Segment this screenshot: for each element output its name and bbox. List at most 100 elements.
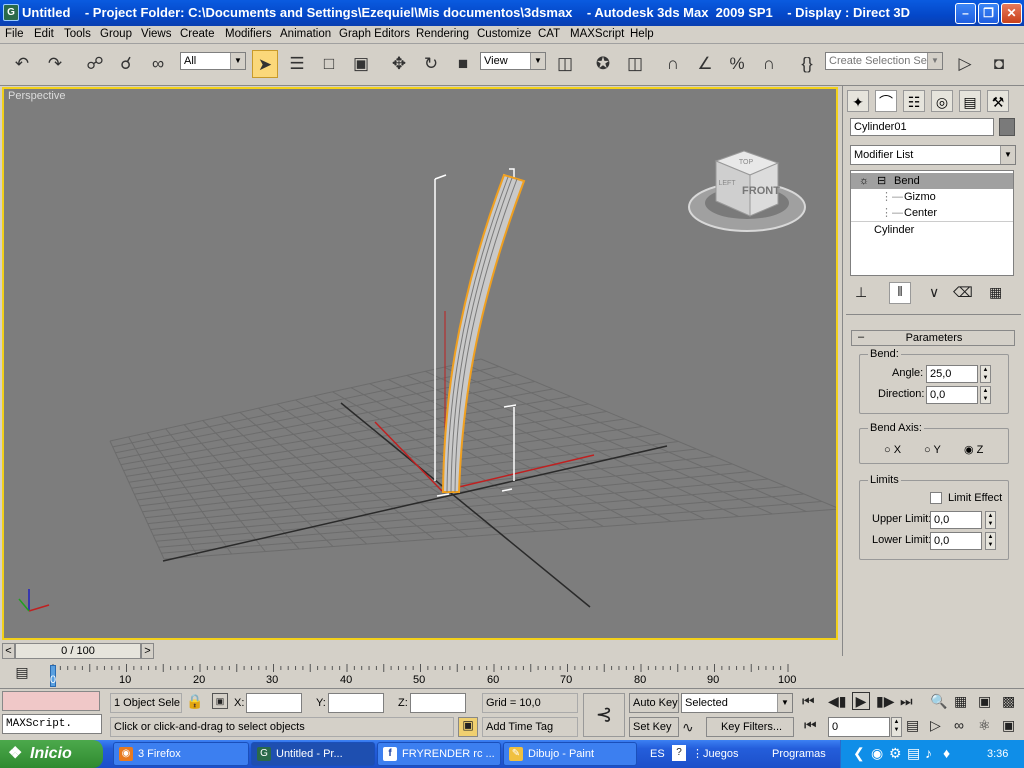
upper-limit-spinner[interactable]: ▲ ▼: [985, 511, 996, 529]
direction-spinner[interactable]: ▲ ▼: [980, 386, 991, 404]
pan-icon[interactable]: ∞: [954, 717, 964, 733]
angle-snap-icon[interactable]: ∠: [692, 50, 718, 78]
show-end-result-icon[interactable]: ‖: [889, 282, 911, 304]
select-by-name-icon[interactable]: ☰: [284, 50, 310, 78]
undo-icon[interactable]: ↶: [9, 50, 35, 78]
track-bar[interactable]: ▤ 10 20 30 40 50 60 70 80 90 100 0: [0, 662, 842, 688]
menu-customize[interactable]: Customize: [477, 28, 531, 40]
play-icon[interactable]: ▶: [852, 692, 870, 710]
tray-volume-icon[interactable]: ♪: [925, 745, 932, 761]
bind-space-warp-icon[interactable]: ∞: [145, 50, 171, 78]
x-coordinate-field[interactable]: [246, 693, 302, 713]
snap-toggle-icon[interactable]: ∩: [660, 50, 686, 78]
stack-item-cylinder[interactable]: Cylinder: [851, 221, 1013, 237]
window-crossing-icon[interactable]: ▣: [348, 50, 374, 78]
select-and-move-icon[interactable]: ✥: [386, 50, 412, 78]
redo-icon[interactable]: ↷: [42, 50, 68, 78]
angle-spinner[interactable]: ▲ ▼: [980, 365, 991, 383]
orbit-icon[interactable]: ⚛: [978, 717, 991, 734]
key-mode-icon[interactable]: ⏮: [804, 717, 817, 734]
menu-help[interactable]: Help: [630, 28, 654, 40]
add-time-tag-button[interactable]: Add Time Tag: [482, 717, 578, 737]
tray-settings-icon[interactable]: ⚙: [889, 745, 902, 762]
current-frame-field[interactable]: 0: [828, 717, 890, 737]
align-icon[interactable]: ◘: [986, 50, 1012, 78]
parameters-rollout-header[interactable]: – Parameters: [851, 330, 1015, 346]
select-and-scale-icon[interactable]: ■: [450, 50, 476, 78]
absolute-mode-icon[interactable]: ▣: [212, 693, 228, 709]
zoom-extents-all-icon[interactable]: ▩: [1002, 693, 1015, 710]
object-name-field[interactable]: Cylinder01: [850, 118, 994, 136]
menu-modifiers[interactable]: Modifiers: [225, 28, 272, 40]
lock-selection-icon[interactable]: 🔒: [186, 693, 203, 710]
collapse-icon[interactable]: ⊟: [877, 173, 886, 189]
maxscript-listener-field[interactable]: MAXScript.: [2, 714, 102, 734]
edit-named-selection-icon[interactable]: {}: [794, 50, 820, 78]
maximize-viewport-icon[interactable]: ▣: [1002, 717, 1015, 734]
clock[interactable]: 3:36: [987, 746, 1008, 762]
modifier-list-dropdown[interactable]: Modifier List ▼: [850, 145, 1016, 165]
time-slider-thumb[interactable]: 0 / 100: [15, 643, 141, 659]
time-tag-icon[interactable]: ▣: [458, 717, 478, 737]
tray-monitor-icon[interactable]: ▤: [907, 745, 920, 762]
close-button[interactable]: ✕: [1001, 3, 1022, 24]
programas-toolbar[interactable]: Programas: [772, 746, 826, 762]
menu-animation[interactable]: Animation: [280, 28, 331, 40]
utilities-tab-icon[interactable]: ⚒: [987, 90, 1009, 112]
configure-sets-icon[interactable]: ▦: [989, 284, 1002, 301]
key-mode-dropdown[interactable]: Selected ▼: [681, 693, 793, 713]
task-fryrender[interactable]: f FRYRENDER rc ...: [377, 742, 501, 766]
zoom-icon[interactable]: 🔍: [930, 693, 947, 710]
menu-file[interactable]: File: [5, 28, 24, 40]
menu-rendering[interactable]: Rendering: [416, 28, 469, 40]
next-frame-icon[interactable]: ▮▶: [876, 693, 894, 710]
lower-limit-field[interactable]: 0,0: [930, 532, 982, 550]
tray-shield-icon[interactable]: ♦: [943, 745, 950, 761]
maxscript-listener-top[interactable]: [2, 691, 100, 711]
menu-group[interactable]: Group: [100, 28, 132, 40]
goto-start-icon[interactable]: ⏮: [802, 693, 815, 710]
menu-create[interactable]: Create: [180, 28, 215, 40]
limit-effect-checkbox[interactable]: [930, 492, 942, 504]
rectangle-selection-icon[interactable]: □: [316, 50, 342, 78]
z-coordinate-field[interactable]: [410, 693, 466, 713]
reference-coordinate-dropdown[interactable]: View ▼: [480, 52, 546, 70]
select-and-rotate-icon[interactable]: ↻: [418, 50, 444, 78]
manipulate-icon[interactable]: ✪: [590, 50, 616, 78]
upper-limit-field[interactable]: 0,0: [930, 511, 982, 529]
set-key-icon[interactable]: ⊰: [583, 693, 625, 737]
make-unique-icon[interactable]: ∨: [929, 284, 939, 301]
tray-network-icon[interactable]: ◉: [871, 745, 883, 762]
axis-y-radio[interactable]: ○ Y: [924, 442, 941, 458]
pivot-center-icon[interactable]: ◫: [552, 50, 578, 78]
auto-key-button[interactable]: Auto Key: [629, 693, 679, 713]
stack-item-center[interactable]: ⋮— Center: [851, 205, 1013, 221]
stack-item-bend[interactable]: ☼ ⊟ Bend: [851, 173, 1013, 189]
menu-cat[interactable]: CAT: [538, 28, 560, 40]
remove-modifier-icon[interactable]: ⌫: [953, 284, 973, 301]
frame-spinner[interactable]: ▲ ▼: [891, 717, 902, 737]
time-config-icon[interactable]: ▤: [906, 717, 919, 734]
axis-z-radio[interactable]: ◉ Z: [964, 442, 983, 458]
time-next-icon[interactable]: >: [141, 643, 154, 659]
task-firefox[interactable]: ◉ 3 Firefox: [113, 742, 249, 766]
viewcube[interactable]: FRONT TOP LEFT: [688, 150, 806, 232]
menu-edit[interactable]: Edit: [34, 28, 54, 40]
maximize-button[interactable]: ❐: [978, 3, 999, 24]
prev-frame-icon[interactable]: ◀▮: [828, 693, 846, 710]
direction-field[interactable]: 0,0: [926, 386, 978, 404]
hierarchy-tab-icon[interactable]: ☷: [903, 90, 925, 112]
named-selection-set-dropdown[interactable]: Create Selection Set ▼: [825, 52, 943, 70]
app-icon[interactable]: G: [3, 4, 19, 21]
create-tab-icon[interactable]: ✦: [847, 90, 869, 112]
start-button[interactable]: ❖ Inicio: [0, 740, 103, 768]
key-curve-icon[interactable]: ∿: [682, 719, 694, 736]
juegos-toolbar[interactable]: ⋮Juegos: [692, 746, 738, 762]
task-paint[interactable]: ✎ Dibujo - Paint: [503, 742, 637, 766]
set-key-button[interactable]: Set Key: [629, 717, 679, 737]
keyboard-shortcut-override-icon[interactable]: ◫: [622, 50, 648, 78]
time-prev-icon[interactable]: <: [2, 643, 15, 659]
zoom-extents-icon[interactable]: ▣: [978, 693, 991, 710]
menu-graph-editors[interactable]: Graph Editors: [339, 28, 410, 40]
motion-tab-icon[interactable]: ◎: [931, 90, 953, 112]
